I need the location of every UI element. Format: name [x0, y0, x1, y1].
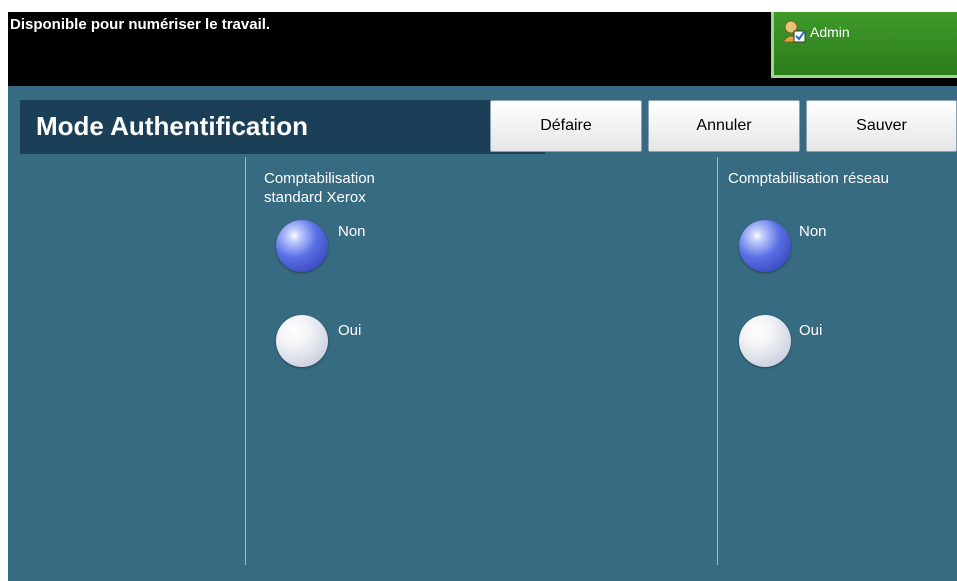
xerox-accounting-oui-radio[interactable] — [276, 315, 328, 367]
admin-label: Admin — [810, 24, 850, 40]
status-message: Disponible pour numériser le travail. — [10, 16, 271, 33]
xerox-accounting-oui-label: Oui — [338, 322, 362, 339]
network-accounting-oui-radio[interactable] — [739, 315, 791, 367]
network-accounting-oui-label: Oui — [799, 322, 823, 339]
xerox-accounting-non-radio[interactable] — [276, 220, 328, 272]
network-accounting-non-label: Non — [799, 223, 827, 240]
save-button[interactable]: Sauver — [806, 100, 957, 152]
network-accounting-label: Comptabilisation réseau — [728, 170, 889, 187]
user-admin-icon — [782, 20, 806, 43]
admin-button[interactable]: Admin — [771, 12, 957, 78]
auth-mode-panel: Mode Authentification Défaire Annuler Sa… — [8, 86, 957, 581]
xerox-accounting-non-label: Non — [338, 223, 366, 240]
network-accounting-non-radio[interactable] — [739, 220, 791, 272]
page-title: Mode Authentification — [36, 111, 309, 141]
title-bar: Mode Authentification — [20, 100, 545, 154]
xerox-accounting-label: Comptabilisation standard Xerox — [264, 170, 375, 206]
status-bar: Disponible pour numériser le travail. Ad… — [8, 12, 957, 86]
column-divider — [717, 157, 718, 565]
undo-button[interactable]: Défaire — [490, 100, 642, 152]
cancel-button[interactable]: Annuler — [648, 100, 800, 152]
column-divider — [245, 157, 246, 565]
